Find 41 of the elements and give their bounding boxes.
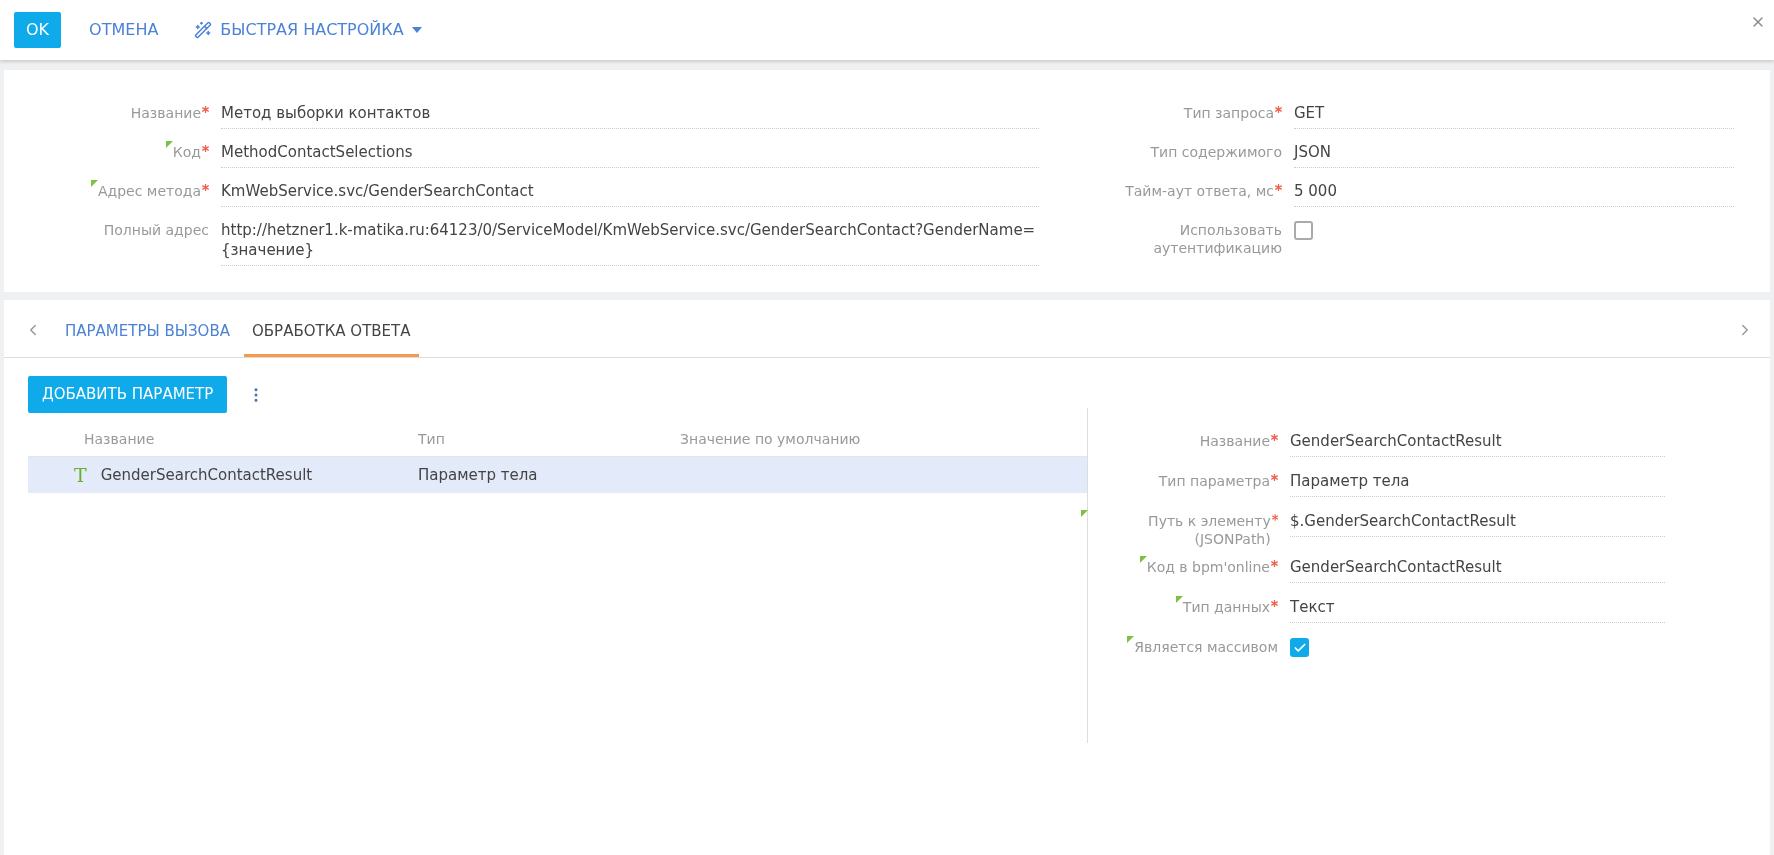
tab[interactable]: ПАРАМЕТРЫ ВЫЗОВА [57, 319, 238, 357]
text-type-icon: T [74, 460, 87, 490]
field-label: Полный адрес [103, 221, 209, 239]
table-cell-text: GenderSearchContactResult [100, 464, 313, 486]
input-field[interactable]: Параметр тела [1290, 466, 1665, 497]
input-field[interactable]: JSON [1294, 137, 1734, 168]
field-label: Тип данных [1182, 598, 1270, 616]
column-header: Значение по умолчанию [680, 430, 861, 449]
input-field[interactable]: 5 000 [1294, 176, 1734, 207]
input-field[interactable]: MethodContactSelections [221, 137, 1039, 168]
field-label: Код [172, 143, 201, 161]
input-field[interactable]: Текст [1290, 592, 1665, 623]
magic-wand-icon [194, 21, 213, 39]
input-field[interactable]: $.GenderSearchContactResult [1290, 506, 1665, 537]
table-row[interactable]: T GenderSearchContactResult Параметр тела [28, 457, 1087, 493]
input-field[interactable]: http://hetzner1.k-matika.ru:64123/0/ServiceModel/KmWebService.svc/GenderSearchContact?GenderName={значение} [221, 215, 1039, 266]
input-field[interactable]: KmWebService.svc/GenderSearchContact [221, 176, 1039, 207]
tab[interactable]: ОБРАБОТКА ОТВЕТА [244, 319, 419, 357]
field-label: Тип параметра [1158, 472, 1270, 490]
column-header: Тип [418, 430, 446, 449]
column-header: Название [83, 430, 156, 449]
field-label: Использовать аутентификацию [1152, 221, 1282, 257]
caret-icon [411, 27, 422, 33]
cancel-button[interactable]: ОТМЕНА [81, 18, 167, 42]
field-label: Название [1199, 432, 1270, 450]
input-field[interactable]: GenderSearchContactResult [1290, 552, 1665, 583]
field-label: Код в bpm'online [1146, 558, 1270, 576]
input-field[interactable]: Метод выборки контактов [221, 98, 1039, 129]
quick-setup-button[interactable]: БЫСТРАЯ НАСТРОЙКА [186, 18, 430, 42]
field-label: Название [130, 104, 201, 122]
field-label: Является массивом [1134, 638, 1278, 656]
checkbox[interactable] [1290, 638, 1309, 657]
table-cell-text: Параметр тела [418, 464, 538, 486]
field-label: Тип содержимого [1150, 143, 1282, 161]
input-field[interactable]: GenderSearchContactResult [1290, 426, 1665, 457]
field-label: Адрес метода [97, 182, 201, 200]
input-field[interactable]: GET [1294, 98, 1734, 129]
field-label: Тайм-аут ответа, мс [1125, 182, 1274, 200]
field-label: Путь к элементу (JSONPath) [1147, 512, 1271, 548]
field-label: Тип запроса [1183, 104, 1274, 122]
checkbox[interactable] [1294, 221, 1313, 240]
